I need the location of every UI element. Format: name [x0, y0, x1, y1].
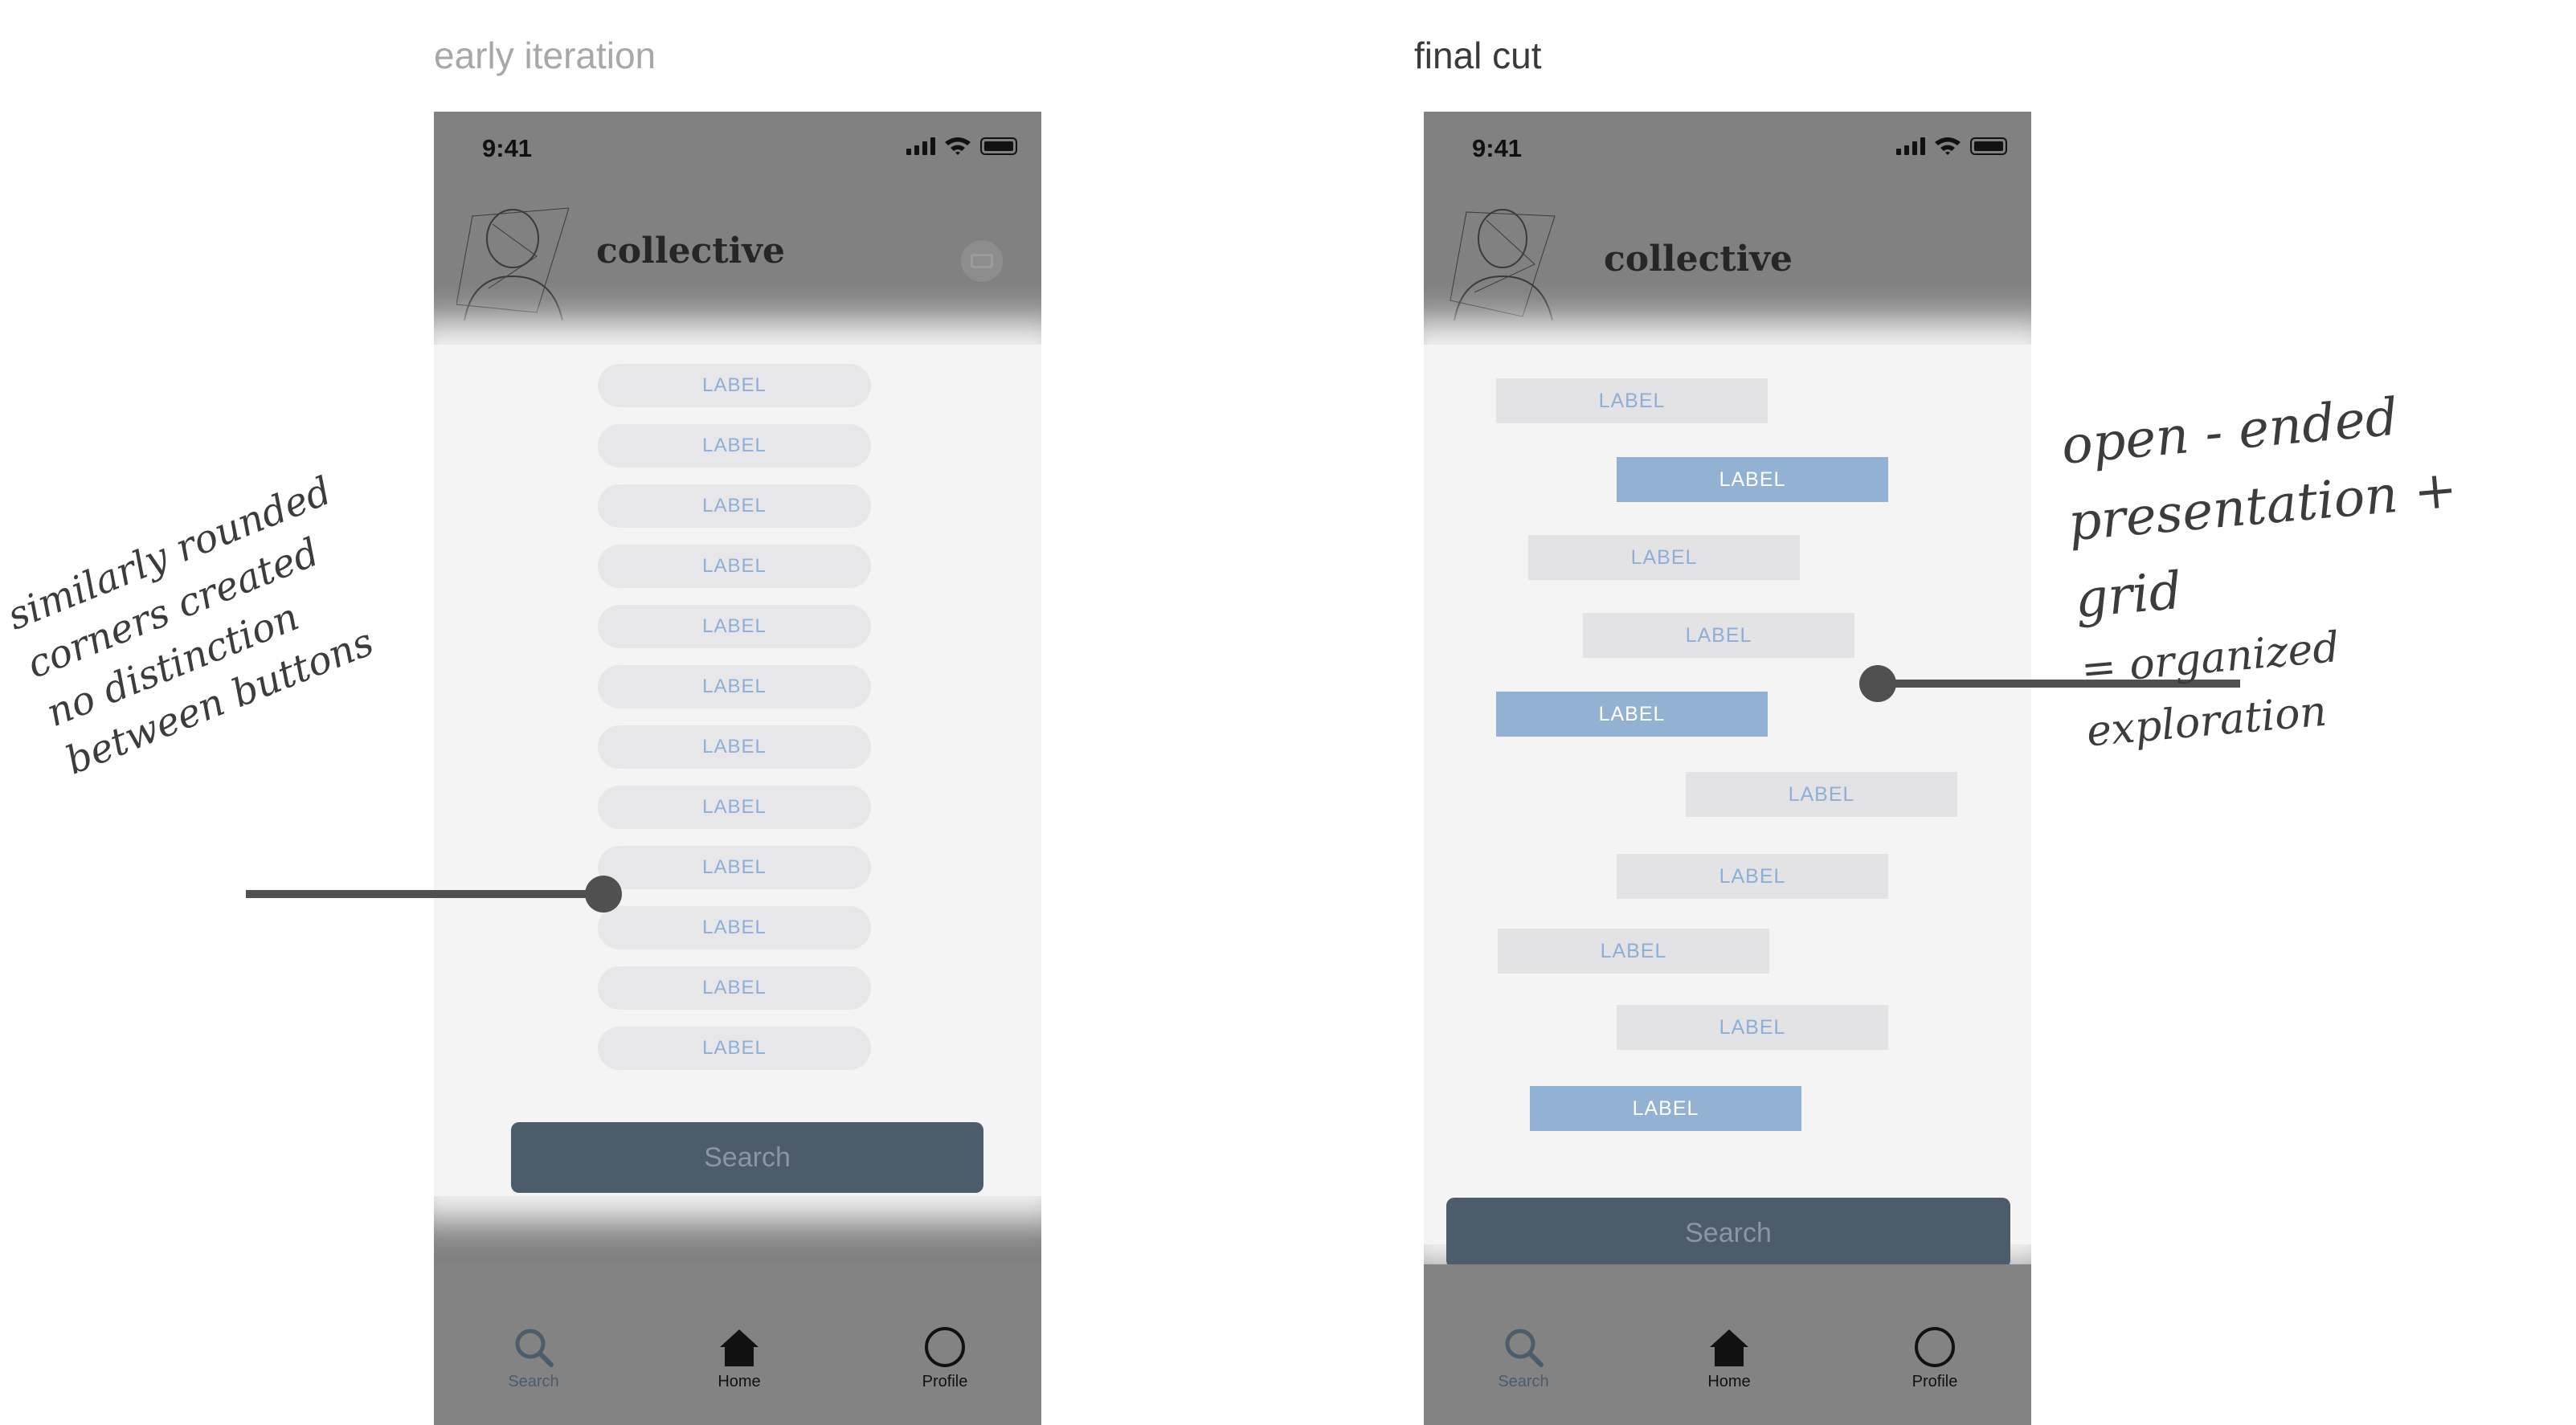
- annotation-right: open - ended presentation + grid = organ…: [2059, 365, 2576, 764]
- tab-label-search: Search: [1498, 1373, 1549, 1390]
- label-tile[interactable]: LABEL: [1686, 772, 1957, 817]
- label-tile[interactable]: LABEL: [1583, 613, 1854, 658]
- label-grid-panel: LABEL LABEL LABEL LABEL LABEL LABEL LABEL LABEL…: [1424, 345, 2031, 1244]
- search-icon: [515, 1329, 554, 1367]
- tab-bar: Search Home Profile: [1424, 1264, 2031, 1425]
- tab-home[interactable]: Home: [1673, 1325, 1785, 1391]
- avatar-sketch-icon: [456, 207, 569, 321]
- tab-profile[interactable]: Profile: [1879, 1325, 1991, 1391]
- brand-title: collective: [1604, 239, 1793, 280]
- chat-icon[interactable]: [961, 240, 1003, 282]
- home-icon: [1710, 1329, 1748, 1366]
- label-pill[interactable]: LABEL: [598, 786, 871, 829]
- phone-final-cut: 9:41 collective LABEL LABEL LABEL LABEL LABE…: [1424, 112, 2031, 1425]
- app-header: collective: [1424, 184, 2031, 321]
- signal-icon: [906, 136, 935, 155]
- label-pill[interactable]: LABEL: [598, 966, 871, 1010]
- phone-early-iteration: 9:41 collective LABEL LABEL LABEL LABEL LABE…: [434, 112, 1041, 1425]
- label-tile[interactable]: LABEL: [1617, 1005, 1888, 1050]
- label-tile[interactable]: LABEL: [1496, 692, 1768, 737]
- label-tile[interactable]: LABEL: [1528, 535, 1800, 580]
- label-pill[interactable]: LABEL: [598, 364, 871, 407]
- label-pill[interactable]: LABEL: [598, 846, 871, 889]
- search-button[interactable]: Search: [1446, 1198, 2010, 1268]
- label-pill[interactable]: LABEL: [598, 424, 871, 468]
- label-tile[interactable]: LABEL: [1617, 854, 1888, 899]
- status-time: 9:41: [1472, 134, 1523, 162]
- label-pill[interactable]: LABEL: [598, 484, 871, 528]
- label-tile[interactable]: LABEL: [1496, 378, 1768, 423]
- search-button[interactable]: Search: [511, 1122, 983, 1193]
- tab-profile[interactable]: Profile: [889, 1325, 1001, 1391]
- label-tile[interactable]: LABEL: [1530, 1086, 1801, 1131]
- status-bar: 9:41: [1424, 112, 2031, 184]
- callout-line-left: [246, 890, 604, 898]
- battery-icon: [980, 137, 1017, 155]
- callout-dot-right: [1859, 665, 1896, 702]
- tab-label-home: Home: [1707, 1373, 1751, 1390]
- brand-title: collective: [596, 231, 785, 272]
- heading-early-iteration: early iteration: [434, 35, 656, 76]
- label-tile[interactable]: LABEL: [1617, 457, 1888, 502]
- tab-bar: Search Home Profile: [434, 1264, 1041, 1425]
- tab-home[interactable]: Home: [683, 1325, 795, 1391]
- tab-label-profile: Profile: [1912, 1373, 1958, 1390]
- tab-label-search: Search: [508, 1373, 559, 1390]
- signal-icon: [1896, 136, 1925, 155]
- label-pill[interactable]: LABEL: [598, 605, 871, 648]
- label-list-panel: LABEL LABEL LABEL LABEL LABEL LABEL LABEL LABEL…: [434, 345, 1041, 1196]
- tab-label-home: Home: [718, 1373, 761, 1390]
- tab-search[interactable]: Search: [477, 1325, 590, 1391]
- battery-icon: [1970, 137, 2007, 155]
- label-pill[interactable]: LABEL: [598, 906, 871, 949]
- label-tile[interactable]: LABEL: [1498, 929, 1769, 974]
- home-icon: [720, 1329, 758, 1366]
- avatar-sketch-icon: [1450, 209, 1556, 321]
- profile-icon: [925, 1327, 965, 1367]
- search-icon: [1505, 1329, 1544, 1367]
- label-pill[interactable]: LABEL: [598, 725, 871, 769]
- label-pill[interactable]: LABEL: [598, 665, 871, 708]
- wifi-icon: [1935, 137, 1961, 155]
- callout-dot-left: [585, 876, 622, 913]
- tab-label-profile: Profile: [922, 1373, 968, 1390]
- tab-search[interactable]: Search: [1467, 1325, 1580, 1391]
- label-pill[interactable]: LABEL: [598, 545, 871, 588]
- label-pill[interactable]: LABEL: [598, 1027, 871, 1070]
- wifi-icon: [945, 137, 971, 155]
- heading-final-cut: final cut: [1414, 35, 1542, 76]
- app-header: collective: [434, 184, 1041, 321]
- status-bar: 9:41: [434, 112, 1041, 184]
- status-time: 9:41: [482, 134, 533, 162]
- profile-icon: [1915, 1327, 1955, 1367]
- annotation-left: similarly rounded corners created no dis…: [1, 468, 380, 784]
